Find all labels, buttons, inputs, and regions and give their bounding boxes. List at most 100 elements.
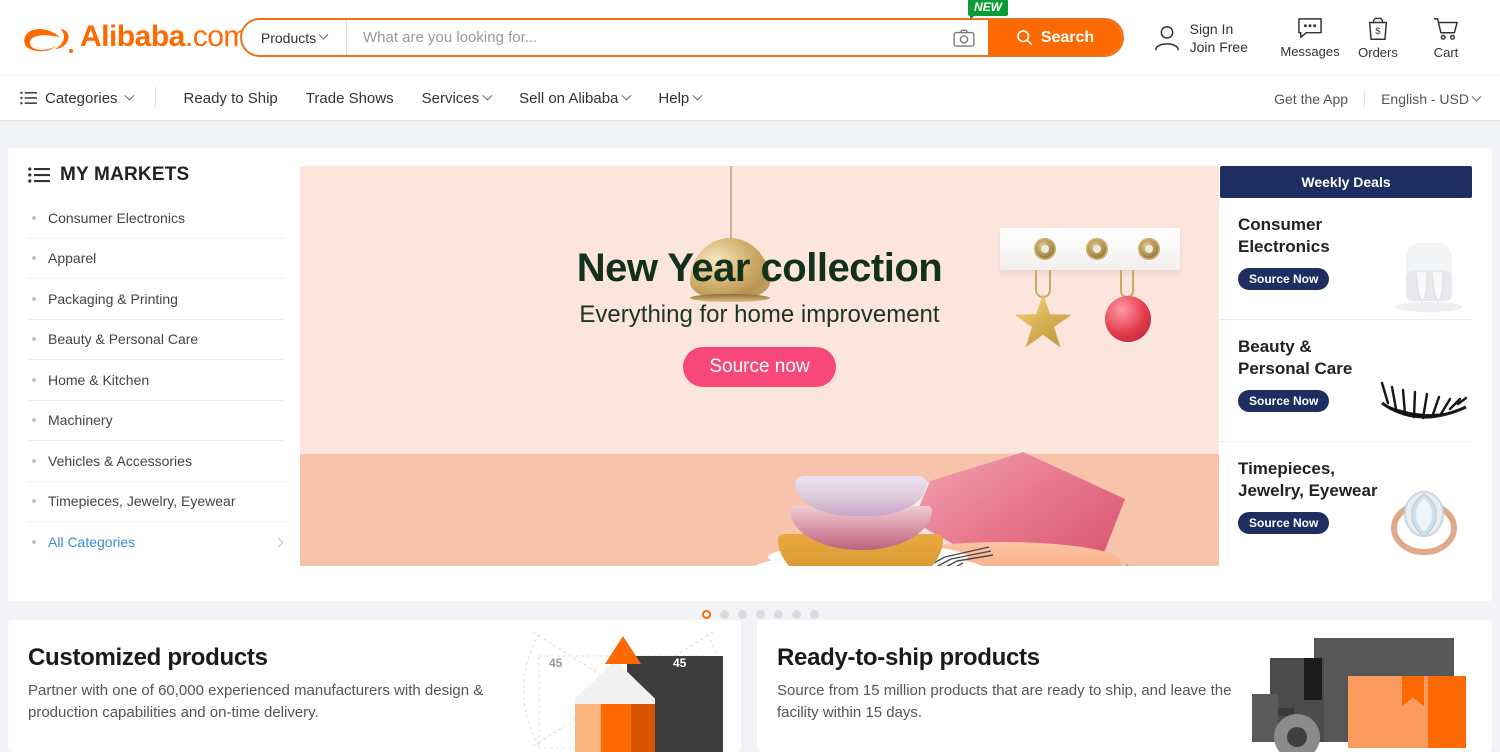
carousel-dot-4[interactable]	[755, 610, 765, 619]
nav-item-label: Help	[658, 89, 690, 107]
deal-title: Timepieces, Jewelry, Eyewear	[1238, 459, 1378, 500]
sidebar-item-vehicles-accessories[interactable]: Vehicles & Accessories	[28, 441, 284, 482]
nav-item-services[interactable]: Services	[421, 89, 493, 107]
sidebar-item-apparel[interactable]: Apparel	[28, 239, 284, 279]
truck-wheel-image	[1274, 714, 1320, 752]
pencil-stripe-image	[601, 704, 631, 752]
chevron-right-icon	[273, 537, 284, 548]
image-search-button[interactable]: NEW	[940, 0, 1008, 55]
search-icon	[1016, 30, 1033, 46]
cart-icon	[1433, 17, 1458, 40]
logo-tld: .com	[184, 19, 249, 53]
sidebar-item-all-categories[interactable]: All Categories	[28, 522, 284, 563]
hero-source-now-button[interactable]: Source now	[683, 347, 836, 387]
diamond-ring-image	[1391, 491, 1457, 555]
pendant-lamp-cord-image	[730, 166, 732, 240]
chevron-down-icon	[318, 29, 329, 40]
sidebar-item-packaging-printing[interactable]: Packaging & Printing	[28, 279, 284, 320]
sidebar-item-label: Vehicles & Accessories	[48, 452, 192, 469]
alibaba-swirl-icon	[24, 28, 73, 53]
sidebar-item-label: Consumer Electronics	[48, 209, 185, 226]
search-button[interactable]: Search	[988, 20, 1122, 55]
pencil-blueprint-image: 45 45	[523, 628, 723, 752]
sidebar-item-label: All Categories	[48, 534, 136, 551]
chevron-down-icon	[621, 90, 632, 101]
carousel-dot-6[interactable]	[791, 610, 801, 619]
nav-item-label: Trade Shows	[305, 89, 394, 107]
carousel-dots	[300, 610, 1220, 619]
carousel-dot-7[interactable]	[809, 610, 819, 619]
my-markets-title: MY MARKETS	[60, 164, 190, 185]
nav-item-label: Services	[421, 89, 480, 107]
search-bar: Products NEW Search	[240, 0, 1124, 57]
alibaba-logo[interactable]: Alibaba.com	[20, 18, 248, 58]
sidebar-item-label: Machinery	[48, 412, 113, 429]
nav-item-trade-shows[interactable]: Trade Shows	[306, 90, 394, 107]
hamburger-list-icon	[20, 91, 37, 105]
search-category-select[interactable]: Products	[242, 20, 347, 55]
locale-selector[interactable]: English - USD	[1381, 91, 1482, 107]
deal-card-timepieces-jewelry-eyewear[interactable]: Timepieces, Jewelry, Eyewear Source Now	[1220, 442, 1472, 564]
deal-card-consumer-electronics[interactable]: Consumer Electronics Source Now	[1220, 198, 1472, 320]
my-markets-header: MY MARKETS	[28, 164, 284, 186]
join-free-link[interactable]: Join Free	[1190, 38, 1248, 56]
weekly-deals-header: Weekly Deals	[1220, 166, 1472, 198]
cart-button[interactable]: Cart	[1412, 16, 1480, 60]
hero-title: New Year collection	[576, 246, 943, 290]
get-the-app-link[interactable]: Get the App	[1274, 91, 1348, 107]
main-content-card: MY MARKETS Consumer Electronics Apparel …	[8, 148, 1492, 619]
orders-button[interactable]: $ Orders	[1344, 16, 1412, 60]
new-badge: NEW	[968, 0, 1008, 20]
promo-cards-row: Customized products Partner with one of …	[8, 620, 1492, 752]
chevron-down-icon	[482, 90, 493, 101]
divider	[1364, 91, 1366, 107]
nav-categories-button[interactable]: Categories	[20, 87, 156, 109]
sign-in-link[interactable]: Sign In	[1190, 20, 1248, 38]
angle-label-left: 45	[549, 656, 563, 670]
hero-subtitle: Everything for home improvement	[579, 301, 940, 328]
promo-card-ready-to-ship-products[interactable]: Ready-to-ship products Source from 15 mi…	[757, 620, 1492, 752]
sidebar-item-beauty-personal-care[interactable]: Beauty & Personal Care	[28, 320, 284, 360]
eyelashes-image	[1380, 381, 1468, 420]
search-input[interactable]	[347, 20, 940, 55]
deal-source-now-button[interactable]: Source Now	[1238, 268, 1330, 290]
deal-title: Beauty & Personal Care	[1238, 337, 1353, 378]
sidebar-item-timepieces-jewelry-eyewear[interactable]: Timepieces, Jewelry, Eyewear	[28, 482, 284, 522]
sidebar-item-label: Beauty & Personal Care	[48, 331, 199, 348]
nav-item-help[interactable]: Help	[658, 89, 703, 107]
chevron-down-icon	[692, 90, 703, 101]
deal-source-now-button[interactable]: Source Now	[1238, 390, 1330, 412]
carousel-dot-2[interactable]	[719, 610, 729, 619]
pencil-stripe-image	[575, 704, 601, 752]
deal-source-now-button[interactable]: Source Now	[1238, 512, 1330, 534]
my-markets-sidebar: MY MARKETS Consumer Electronics Apparel …	[8, 148, 300, 601]
site-header: Alibaba.com Products NEW Search	[0, 0, 1500, 75]
nav-item-label: Ready to Ship	[183, 89, 278, 107]
hero-banner[interactable]: New Year collection Everything for home …	[300, 166, 1219, 566]
logo-name: Alibaba	[80, 19, 185, 53]
nav-item-sell-on-alibaba[interactable]: Sell on Alibaba	[519, 90, 632, 107]
sidebar-item-consumer-electronics[interactable]: Consumer Electronics	[28, 198, 284, 239]
sidebar-item-label: Home & Kitchen	[48, 371, 150, 388]
truck-window-image	[1304, 658, 1322, 700]
carousel-dot-1[interactable]	[701, 610, 711, 619]
header-actions: Sign In Join Free Messages $ Orders Cart	[1152, 0, 1480, 75]
logo-wordmark: Alibaba.com	[80, 20, 248, 54]
messages-button[interactable]: Messages	[1276, 17, 1344, 59]
chevron-down-icon	[1471, 91, 1482, 102]
hero-carousel-area: New Year collection Everything for home …	[300, 148, 1220, 619]
account-menu[interactable]: Sign In Join Free	[1152, 20, 1248, 56]
carousel-dot-5[interactable]	[773, 610, 783, 619]
nav-item-ready-to-ship[interactable]: Ready to Ship	[184, 90, 278, 107]
promo-card-customized-products[interactable]: Customized products Partner with one of …	[8, 620, 741, 752]
promo-description: Partner with one of 60,000 experienced m…	[28, 682, 484, 721]
deal-card-beauty-personal-care[interactable]: Beauty & Personal Care Source Now	[1220, 320, 1472, 442]
pencil-stripe-image	[631, 704, 655, 752]
cart-label: Cart	[1433, 44, 1459, 60]
chevron-down-icon	[124, 90, 134, 101]
sidebar-item-home-kitchen[interactable]: Home & Kitchen	[28, 360, 284, 401]
sidebar-item-label: Apparel	[48, 250, 97, 267]
user-icon	[1154, 25, 1179, 50]
carousel-dot-3[interactable]	[737, 610, 747, 619]
sidebar-item-machinery[interactable]: Machinery	[28, 401, 284, 441]
